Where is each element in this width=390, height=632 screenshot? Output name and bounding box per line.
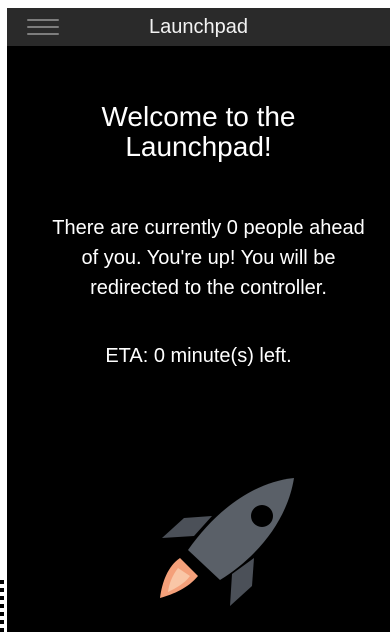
top-bar: Launchpad: [7, 8, 390, 46]
queue-status-text: There are currently 0 people ahead of yo…: [52, 217, 365, 299]
edge-decoration: [0, 580, 4, 632]
app-screen: Launchpad Welcome to the Launchpad! Ther…: [7, 8, 390, 632]
eta-text: ETA: 0 minute(s) left.: [105, 345, 292, 367]
page-title: Launchpad: [149, 16, 248, 38]
rocket-icon: [154, 476, 304, 616]
welcome-heading: Welcome to the Launchpad!: [101, 101, 296, 162]
